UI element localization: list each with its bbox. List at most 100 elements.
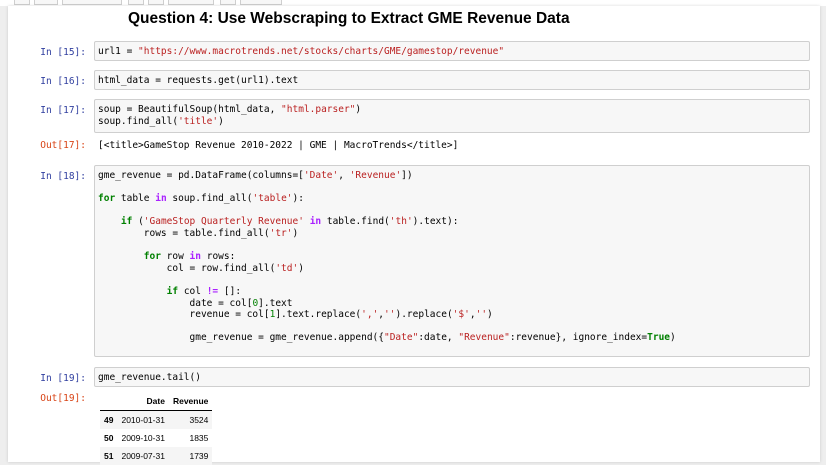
code-line: for table in soup.find_all('table'): [98,193,676,205]
code-token: 'Revenue' [349,170,402,181]
code-token: rows: [201,251,236,263]
code-token: in [189,251,201,263]
code-token: "html.parser" [281,104,356,115]
toolbar-button[interactable] [128,0,144,5]
toolbar-button[interactable] [34,0,58,5]
code-token: ( [132,216,144,228]
toolbar-button[interactable] [220,0,236,5]
column-header: Date [117,392,169,411]
code-token: col [178,285,207,297]
dataframe-table: Date Revenue 49 2010-01-31 3524 50 2009-… [100,392,213,465]
code-token: 'td' [275,262,299,274]
code-input[interactable]: gme_revenue = pd.DataFrame(columns=['Dat… [98,170,676,344]
code-line: rows = table.find_all('tr') [98,228,676,240]
code-token: gme_revenue = pd.DataFrame(columns=[ [98,170,304,181]
code-input[interactable]: gme_revenue.tail() [98,372,201,384]
code-token: revenue = col[ [98,309,270,321]
revenue-cell: 1739 [189,451,209,461]
code-token: gme_revenue = gme_revenue.append({ [98,332,384,344]
code-token: url1 = [98,46,139,57]
code-line: col = row.find_all('td') [98,263,676,275]
code-token: ): [292,193,304,205]
code-token: 'GameStop Quarterly Revenue' [143,216,304,228]
table-row: 51 2009-07-31 1739 [100,447,213,465]
table-row: 50 2009-10-31 1835 [100,429,212,447]
input-prompt: In [19]: [40,373,86,384]
toolbar-button[interactable] [14,0,30,5]
code-token: gme_revenue.tail() [98,372,201,383]
input-prompt: In [17]: [40,105,86,116]
code-token: html_data = requests.get(url1).text [98,75,299,86]
code-token: :revenue}, ignore_index= [509,332,648,344]
code-token: in [155,193,167,205]
date-cell: 2009-07-31 [121,451,165,461]
code-cell[interactable] [94,367,810,387]
code-token: table.find( [321,216,390,228]
output-prompt: Out[17]: [40,140,86,151]
code-input[interactable]: html_data = requests.get(url1).text [98,75,298,87]
code-token: table [115,193,156,205]
date-cell: 2010-01-31 [121,415,165,425]
code-line: if ('GameStop Quarterly Revenue' in tabl… [98,216,676,228]
code-token: 'th' [389,216,413,228]
row-index: 49 [104,415,114,425]
code-input[interactable]: url1 = "https://www.macrotrends.net/stoc… [98,46,504,58]
code-token: 'title' [178,115,219,127]
code-token: ) [487,309,493,321]
code-token: "Revenue" [458,332,510,344]
code-input[interactable]: soup = BeautifulSoup(html_data, "html.pa… [98,104,361,127]
code-line: if col != []: [98,286,676,298]
input-prompt: In [15]: [40,47,86,58]
table-header-row: Date Revenue [100,392,213,411]
code-token: "Date" [383,332,419,344]
code-token: in [309,216,322,228]
toolbar-button[interactable] [148,0,164,5]
code-token: ).replace( [395,309,453,321]
code-token: ) [355,104,362,115]
markdown-heading: Question 4: Use Webscraping to Extract G… [128,10,570,27]
column-header: Revenue [168,392,213,411]
code-token: != [206,285,219,297]
code-line: gme_revenue = pd.DataFrame(columns=['Dat… [98,170,676,182]
code-line: for row in rows: [98,251,676,263]
code-token: '' [475,309,488,321]
toolbar-button[interactable] [168,0,214,5]
code-token: date = col[ [98,297,253,309]
code-token: col = row.find_all( [98,262,276,274]
code-line: revenue = col[1].text.replace(',','').re… [98,309,676,321]
code-token: '' [384,309,396,321]
code-token: , [338,170,350,181]
index-header [100,392,118,411]
code-token: True [647,332,671,344]
code-token: soup.find_all( [166,193,253,205]
row-index: 50 [104,433,114,443]
code-line: gme_revenue.tail() [98,372,201,384]
code-token: row [160,251,190,263]
code-token: if [166,285,179,297]
code-token: ) [298,262,304,274]
code-token: ',' [361,309,379,321]
code-token: "https://www.macrotrends.net/stocks/char… [138,46,505,57]
output-prompt: Out[19]: [40,393,86,404]
code-token: ) [218,115,224,127]
code-line: soup = BeautifulSoup(html_data, "html.pa… [98,104,361,116]
code-token: 'Date' [303,170,339,181]
code-token: 'table' [252,193,293,205]
code-line: date = col[0].text [98,298,676,310]
table-row: 49 2010-01-31 3524 [100,410,213,429]
code-line: html_data = requests.get(url1).text [98,75,298,87]
code-token: ).text): [412,216,459,228]
output-text: [<title>GameStop Revenue 2010-2022 | GME… [98,140,459,151]
input-prompt: In [16]: [40,76,86,87]
toolbar-button[interactable] [240,0,282,5]
code-token: if [120,216,133,228]
toolbar-button[interactable] [62,0,122,5]
